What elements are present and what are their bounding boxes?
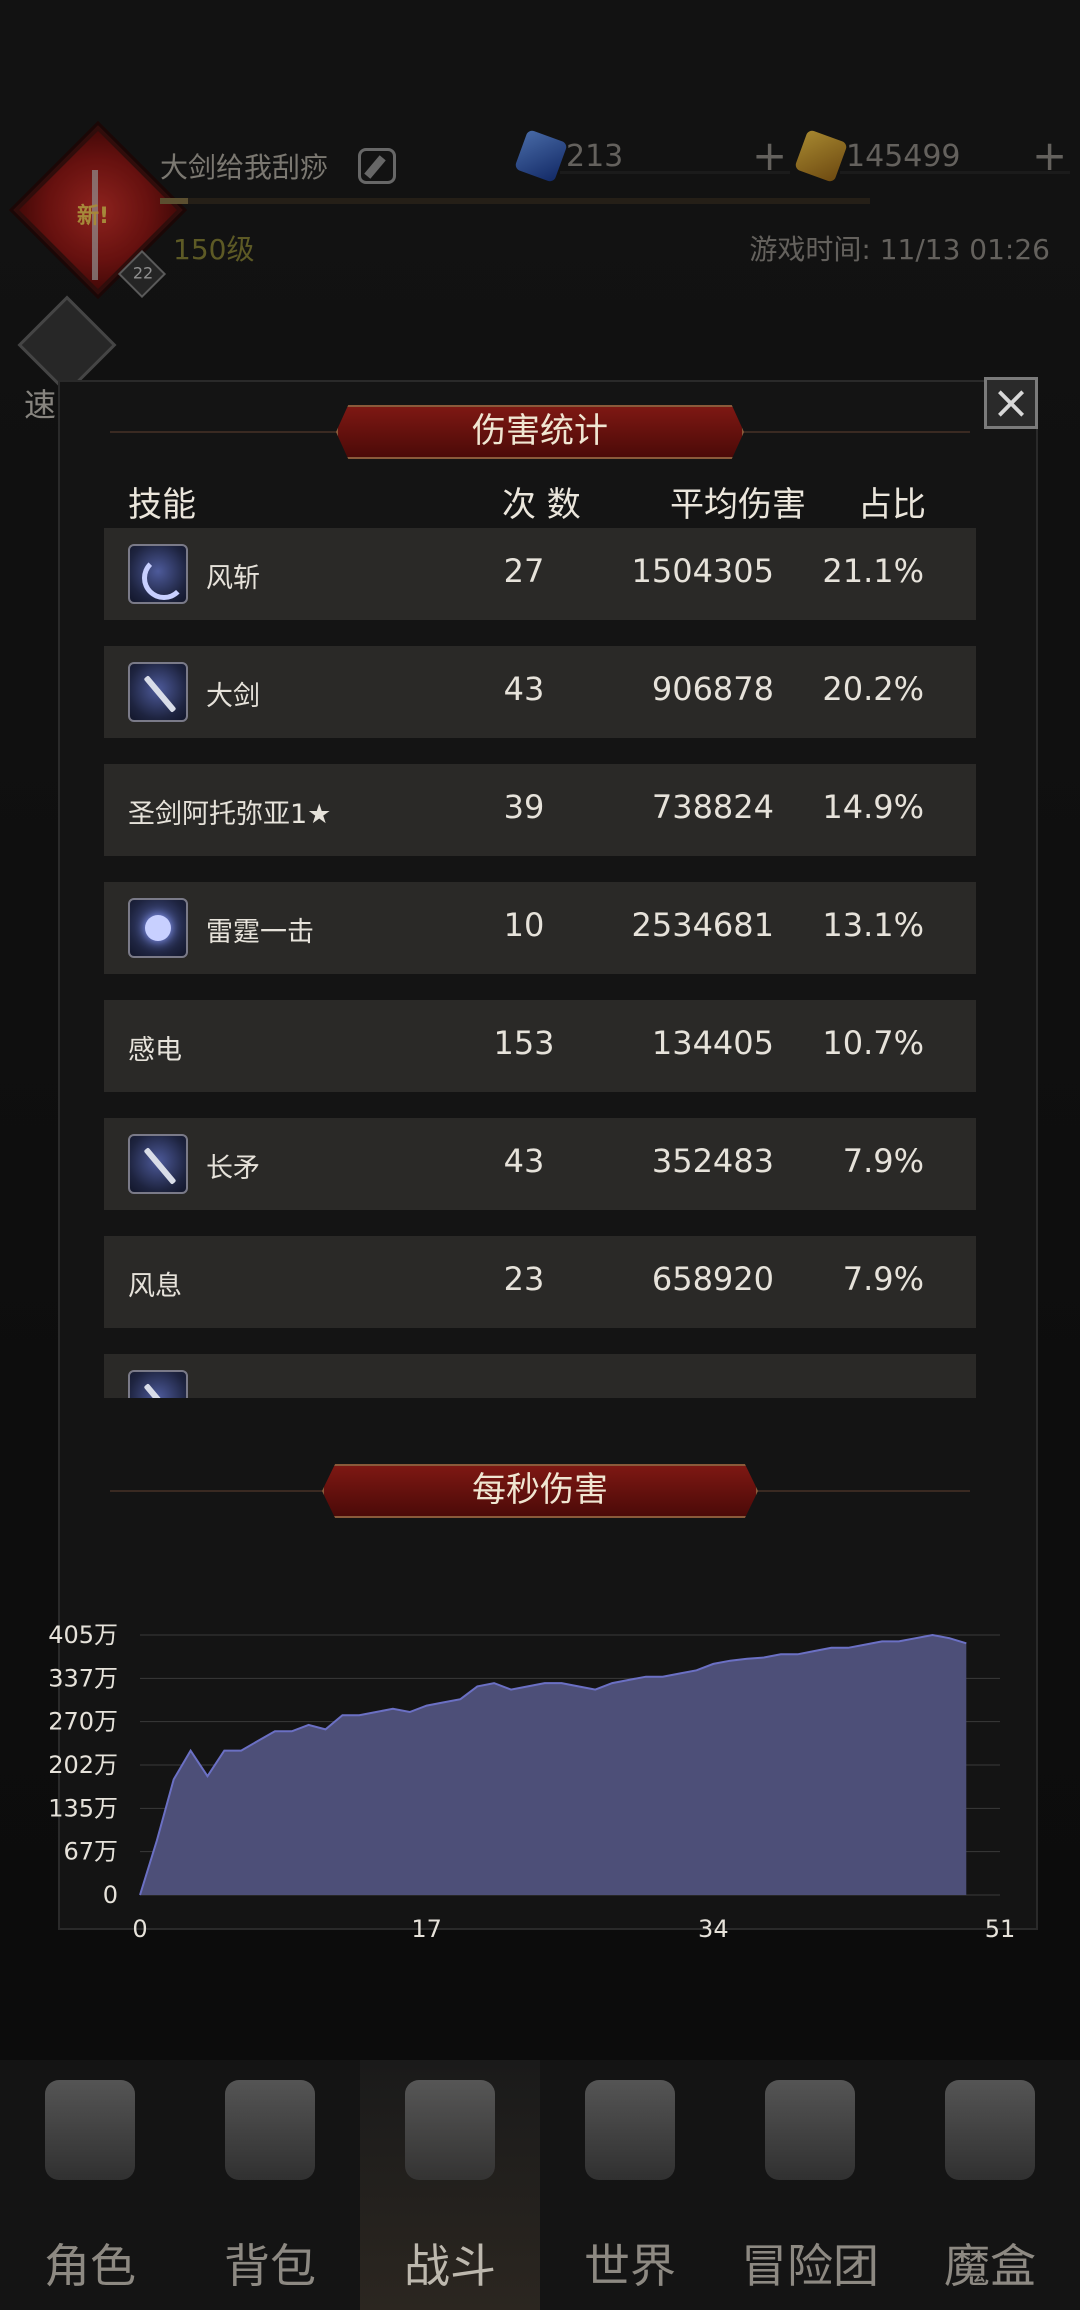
- nav-item-2[interactable]: 战斗: [360, 2060, 540, 2310]
- nav-item-3[interactable]: 世界: [540, 2060, 720, 2310]
- skill-stats-list[interactable]: 风斩 27 1504305 21.1% 大剑 43 906878 20.2% 圣剑阿托弥亚1★ 3…: [104, 528, 976, 1398]
- thunder-strike-icon: [128, 898, 188, 958]
- nav-item-5[interactable]: 魔盒: [900, 2060, 1080, 2310]
- y-tick-label: 337万: [48, 1664, 118, 1692]
- col-header-avg: 平均伤害: [670, 485, 806, 525]
- skill-ratio: 21.1%: [822, 552, 924, 590]
- skill-ratio: 20.2%: [822, 670, 924, 708]
- y-tick-label: 135万: [48, 1794, 118, 1822]
- wind-slash-icon: [128, 544, 188, 604]
- nav-label: 世界: [584, 2239, 676, 2293]
- x-tick-label: 51: [985, 1915, 1016, 1940]
- game-screen: 新! 22 大剑给我刮痧 150级 游戏时间: 11/13 01:26 213 …: [0, 0, 1080, 2310]
- skill-count: 10: [503, 906, 545, 944]
- skill-count: 23: [503, 1260, 545, 1298]
- table-row: 圣剑阿托弥亚1★ 39 738824 14.9%: [104, 764, 976, 856]
- dps-chart: 0 67万 135万 202万 270万 337万 405万 0 17 34 51: [0, 1600, 1080, 1940]
- skill-avg-damage: 134405: [651, 1024, 774, 1062]
- skill-name: 风息: [128, 1271, 182, 1302]
- nav-label: 战斗: [404, 2239, 496, 2293]
- y-tick-label: 67万: [63, 1838, 118, 1866]
- skill-count: 153: [493, 1024, 555, 1062]
- cube-icon: [945, 2080, 1035, 2180]
- helmet-icon: [45, 2080, 135, 2180]
- y-tick-label: 405万: [48, 1621, 118, 1649]
- skill-count: 27: [503, 552, 545, 590]
- y-tick-label: 202万: [48, 1751, 118, 1779]
- col-header-ratio: 占比: [858, 485, 926, 525]
- skill-count: 43: [503, 670, 545, 708]
- skill-count: 39: [503, 788, 545, 826]
- skill-ratio: 10.7%: [822, 1024, 924, 1062]
- skill-ratio: 13.1%: [822, 906, 924, 944]
- nav-item-0[interactable]: 角色: [0, 2060, 180, 2310]
- table-row: [104, 1354, 976, 1398]
- dps-title: 每秒伤害: [322, 1464, 758, 1518]
- skill-name: 长矛: [206, 1153, 260, 1184]
- castle-icon: [765, 2080, 855, 2180]
- skill-avg-damage: 906878: [651, 670, 774, 708]
- map-scroll-icon: [585, 2080, 675, 2180]
- skill-avg-damage: 658920: [651, 1260, 774, 1298]
- greatsword-icon: [128, 662, 188, 722]
- dps-chart-svg: 0 67万 135万 202万 270万 337万 405万 0 17 34 51: [48, 1621, 1016, 1940]
- skill-name: 感电: [128, 1035, 182, 1066]
- table-row: 长矛 43 352483 7.9%: [104, 1118, 976, 1210]
- nav-item-4[interactable]: 冒险团: [720, 2060, 900, 2310]
- skill-avg-damage: 1504305: [631, 552, 774, 590]
- table-row: 风息 23 658920 7.9%: [104, 1236, 976, 1328]
- nav-label: 角色: [44, 2239, 136, 2293]
- skill-name: 圣剑阿托弥亚1★: [128, 799, 332, 830]
- nav-label: 背包: [224, 2239, 316, 2293]
- y-tick-label: 270万: [48, 1708, 118, 1736]
- nav-label: 冒险团: [741, 2239, 879, 2293]
- x-tick-label: 0: [132, 1915, 147, 1940]
- bottom-nav: 角色 背包 战斗 世界 冒险团 魔盒: [0, 2060, 1080, 2310]
- stats-title: 伤害统计: [336, 405, 744, 459]
- skill-avg-damage: 738824: [651, 788, 774, 826]
- dps-area: [140, 1635, 967, 1895]
- col-header-skill: 技能: [128, 485, 196, 525]
- skill-name: 雷霆一击: [206, 917, 314, 948]
- skill-ratio: 7.9%: [842, 1260, 924, 1298]
- spear-icon: [128, 1134, 188, 1194]
- sword-shield-icon: [405, 2080, 495, 2180]
- nav-label: 魔盒: [944, 2239, 1036, 2293]
- close-button[interactable]: ×: [984, 377, 1038, 429]
- nav-item-1[interactable]: 背包: [180, 2060, 360, 2310]
- skill-name: 大剑: [206, 681, 260, 712]
- table-row: 大剑 43 906878 20.2%: [104, 646, 976, 738]
- col-header-count: 次 数: [502, 485, 581, 525]
- skill-ratio: 7.9%: [842, 1142, 924, 1180]
- y-tick-label: 0: [103, 1881, 118, 1909]
- skill-ratio: 14.9%: [822, 788, 924, 826]
- skill-avg-damage: 352483: [651, 1142, 774, 1180]
- skill-avg-damage: 2534681: [631, 906, 774, 944]
- skill-count: 43: [503, 1142, 545, 1180]
- table-row: 感电 153 134405 10.7%: [104, 1000, 976, 1092]
- backpack-icon: [225, 2080, 315, 2180]
- table-row: 风斩 27 1504305 21.1%: [104, 528, 976, 620]
- skill-name: 风斩: [206, 563, 260, 594]
- x-tick-label: 17: [411, 1915, 442, 1940]
- sword-icon: [128, 1370, 188, 1398]
- x-tick-label: 34: [698, 1915, 729, 1940]
- table-row: 雷霆一击 10 2534681 13.1%: [104, 882, 976, 974]
